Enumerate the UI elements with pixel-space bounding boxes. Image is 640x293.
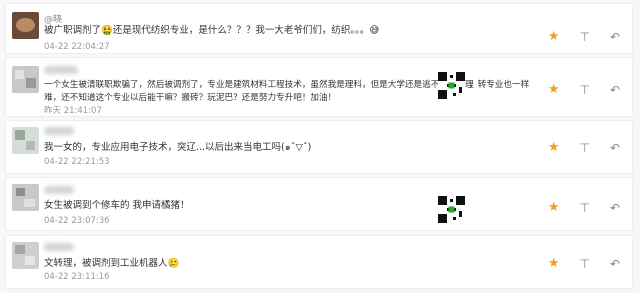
qr-code-image [438, 72, 465, 99]
reply-icon[interactable]: ↶ [610, 201, 620, 215]
star-icon[interactable]: ★ [548, 140, 560, 155]
comment-card-3: 我一女的，专业应用电子技术，突辽...以后出来当电工吗(๑ˇ▽ˇ) 04-22 … [6, 121, 632, 173]
star-icon[interactable]: ★ [548, 82, 560, 97]
comment-card-5: 文转理，被调剂到工业机器人🥲 04-22 23:11:16 ★ ⊤ ↶ [6, 236, 632, 288]
thumbs-down-icon[interactable]: ⊤ [579, 30, 589, 44]
blurred-username [44, 186, 74, 194]
thumbs-down-icon[interactable]: ⊤ [579, 201, 589, 215]
comment-text: 被广职调剂了🤮还是现代纺织专业，是什么？？？我一大老爷们们，纺织。。。😅 [44, 25, 380, 36]
comment-actions: ★ ⊤ ↶ [548, 29, 620, 44]
comment-actions: ★ ⊤ ↶ [548, 82, 620, 97]
timestamp: 04-22 23:07:36 [44, 216, 110, 226]
comment-text: 我一女的，专业应用电子技术，突辽...以后出来当电工吗(๑ˇ▽ˇ) [44, 142, 312, 153]
blurred-username [44, 127, 74, 135]
reply-icon[interactable]: ↶ [610, 83, 620, 97]
comment-card-4: 女生被调到个修车的 我申请橘猪！ 04-22 23:07:36 ★ ⊤ ↶ [6, 178, 632, 230]
comment-text-line-1: 一个女生被清联职欺骗了，然后被调剂了，专业是建筑材料工程技术，虽然我是理科，但是… [44, 80, 474, 90]
blurred-username [44, 66, 78, 74]
thumbs-down-icon[interactable]: ⊤ [579, 83, 589, 97]
comment-card-2: 一个女生被清联职欺骗了，然后被调剂了，专业是建筑材料工程技术，虽然我是理科，但是… [6, 58, 632, 116]
comment-actions: ★ ⊤ ↶ [548, 140, 620, 155]
reply-icon[interactable]: ↶ [610, 30, 620, 44]
timestamp: 04-22 22:04:27 [44, 42, 110, 52]
timestamp: 04-22 23:11:16 [44, 272, 110, 282]
comment-text-continued: ，转专业也一样 [469, 80, 530, 90]
reply-icon[interactable]: ↶ [610, 257, 620, 271]
comment-text: 女生被调到个修车的 我申请橘猪！ [44, 200, 190, 211]
comment-card-1: @晓 被广职调剂了🤮还是现代纺织专业，是什么？？？我一大老爷们们，纺织。。。😅 … [6, 4, 632, 53]
timestamp: 昨天 21:41:07 [44, 106, 102, 116]
blurred-username [44, 243, 74, 251]
thumbs-down-icon[interactable]: ⊤ [579, 141, 589, 155]
comment-text-line-2: 难，还不知道这个专业以后能干嘛？搬砖？玩泥巴？还是努力专升吧！加油！ [44, 93, 337, 103]
star-icon[interactable]: ★ [548, 200, 560, 215]
star-icon[interactable]: ★ [548, 29, 560, 44]
qr-code-image [438, 196, 465, 223]
timestamp: 04-22 22:21:53 [44, 157, 110, 167]
avatar[interactable] [12, 127, 39, 154]
thumbs-down-icon[interactable]: ⊤ [579, 257, 589, 271]
avatar[interactable] [12, 66, 39, 93]
avatar[interactable] [12, 242, 39, 269]
avatar[interactable] [12, 184, 39, 211]
avatar[interactable] [12, 12, 39, 39]
comment-text: 文转理，被调剂到工业机器人🥲 [44, 258, 180, 269]
reply-icon[interactable]: ↶ [610, 141, 620, 155]
comment-actions: ★ ⊤ ↶ [548, 200, 620, 215]
comment-actions: ★ ⊤ ↶ [548, 256, 620, 271]
star-icon[interactable]: ★ [548, 256, 560, 271]
